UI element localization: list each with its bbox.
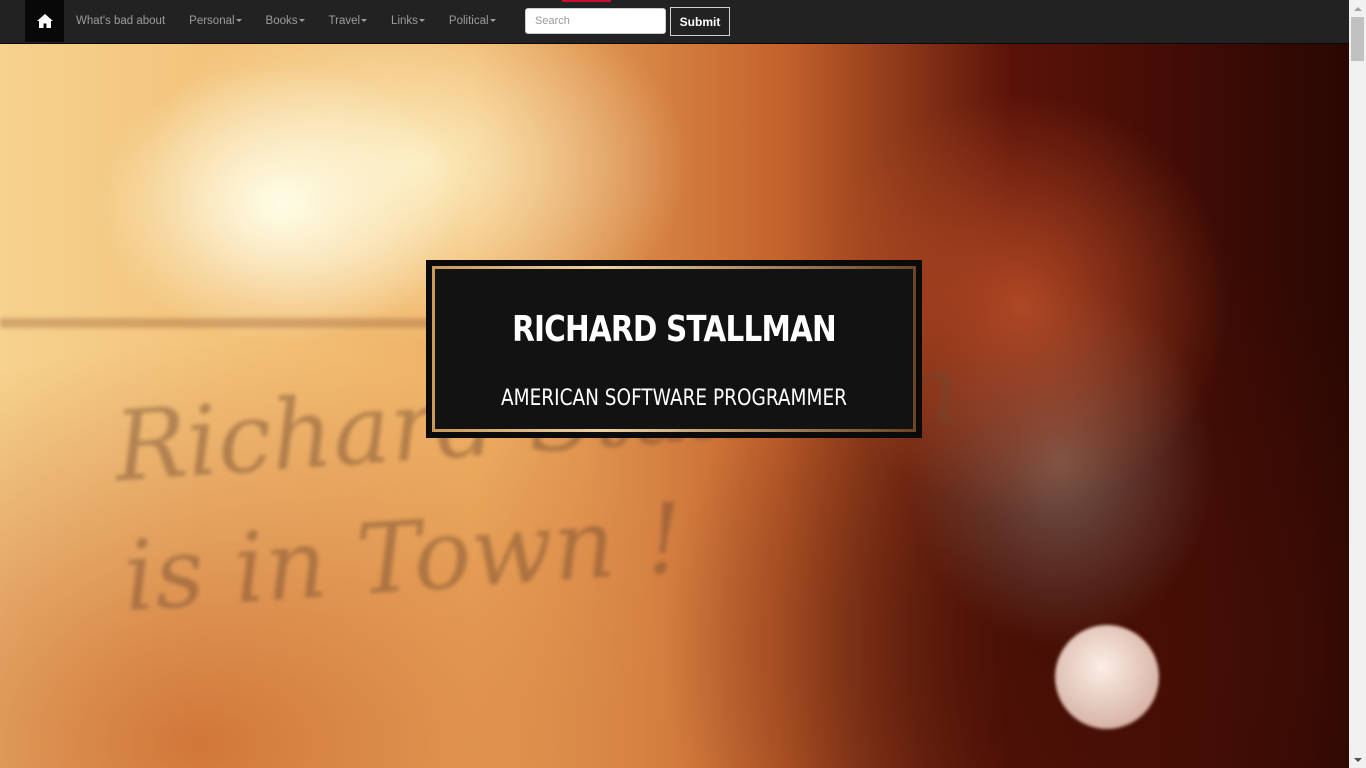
home-icon — [36, 14, 53, 28]
page-title: RICHARD STALLMAN — [512, 309, 837, 350]
scroll-down-button[interactable] — [1349, 751, 1366, 768]
caret-down-icon — [298, 19, 305, 23]
nav-link-label: Personal — [189, 15, 235, 27]
page-viewport: Richard Stallman is in Town ! What's bad… — [0, 0, 1349, 768]
scroll-thumb[interactable] — [1351, 17, 1364, 61]
caret-down-icon — [361, 19, 368, 23]
nav-dropdown-travel[interactable]: Travel — [317, 0, 380, 43]
top-accent-bar — [562, 0, 611, 2]
title-box-border: RICHARD STALLMAN AMERICAN SOFTWARE PROGR… — [432, 266, 916, 432]
photo-badge — [1055, 625, 1159, 729]
nav-link-whats-bad-about[interactable]: What's bad about — [64, 0, 177, 43]
nav-dropdown-political[interactable]: Political — [437, 0, 508, 43]
nav-link-label: Political — [448, 15, 489, 27]
page-subtitle: AMERICAN SOFTWARE PROGRAMMER — [501, 386, 847, 411]
photo-wall-line — [0, 318, 470, 328]
vertical-scrollbar[interactable] — [1349, 0, 1366, 768]
nav-link-label: Travel — [328, 15, 361, 27]
nav-link-label: Links — [391, 15, 418, 27]
navbar: What's bad about Personal Books Travel L… — [0, 0, 1349, 44]
caret-down-icon — [418, 19, 425, 23]
scroll-up-button[interactable] — [1349, 0, 1366, 17]
arrow-down-icon — [1353, 757, 1362, 762]
nav-dropdown-links[interactable]: Links — [379, 0, 437, 43]
caret-down-icon — [489, 19, 496, 23]
title-box: RICHARD STALLMAN AMERICAN SOFTWARE PROGR… — [426, 260, 922, 438]
nav-link-label: Books — [265, 15, 298, 27]
caret-down-icon — [235, 19, 242, 23]
arrow-up-icon — [1353, 6, 1362, 11]
nav-dropdown-personal[interactable]: Personal — [177, 0, 253, 43]
nav-links: What's bad about Personal Books Travel L… — [64, 0, 508, 43]
home-button[interactable] — [25, 0, 64, 42]
nav-dropdown-books[interactable]: Books — [254, 0, 317, 43]
search-input[interactable] — [525, 8, 666, 34]
submit-button[interactable]: Submit — [670, 7, 730, 36]
nav-link-label: What's bad about — [76, 15, 166, 27]
